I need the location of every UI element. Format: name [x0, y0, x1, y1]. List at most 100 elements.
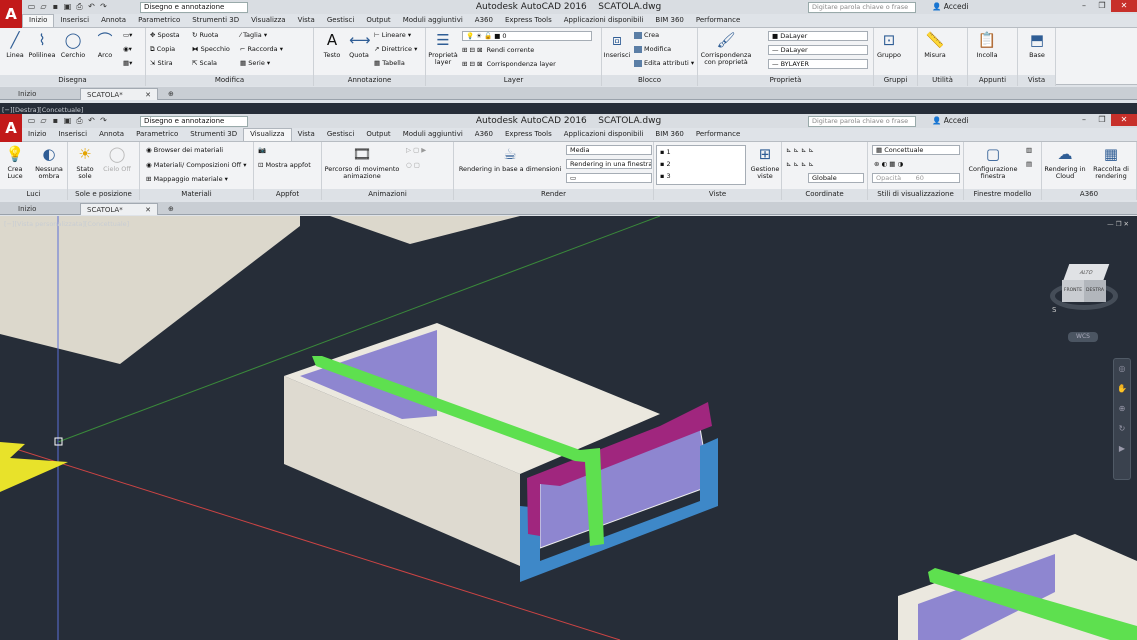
tab-gestisci[interactable]: Gestisci [321, 14, 361, 27]
pan-icon[interactable]: ✋ [1114, 379, 1130, 399]
panel-title-stili[interactable]: Stili di visualizzazione [868, 189, 963, 200]
tab-output[interactable]: Output [360, 128, 396, 141]
autocad-logo-icon-2[interactable]: A [0, 114, 22, 142]
tab-annota[interactable]: Annota [95, 14, 132, 27]
match-layer-button[interactable]: ⊞ ⊟ ⊠ Corrispondenza layer [462, 60, 556, 68]
tab-gestisci[interactable]: Gestisci [321, 128, 361, 141]
rotate-button[interactable]: ↻ Ruota [192, 31, 218, 39]
fillet-button[interactable]: ⌐ Raccorda ▾ [240, 45, 283, 53]
render-mode-dropdown[interactable]: Rendering in una finestra [566, 159, 652, 169]
view-item[interactable]: ▪ 1 [660, 146, 745, 158]
tab-inizio[interactable]: Inizio [22, 14, 55, 27]
viewcube[interactable]: ALTO FRONTE DESTRA S [1046, 258, 1122, 318]
tab-express[interactable]: Express Tools [499, 14, 558, 27]
make-current-button[interactable]: ⊞ ⊟ ⊠ Rendi corrente [462, 46, 534, 54]
undo-icon[interactable]: ↶ [87, 2, 96, 11]
model-canvas[interactable] [0, 216, 1137, 640]
close-tab-icon[interactable]: ✕ [145, 204, 151, 216]
show-camera-button[interactable]: ⊡ Mostra appfot [258, 161, 311, 169]
create-light-button[interactable]: 💡 Crea Luce [2, 144, 28, 180]
paste-button[interactable]: 📋 Incolla [972, 30, 1002, 59]
material-browser-button[interactable]: ◉ Browser dei materiali [146, 146, 223, 154]
tab-output[interactable]: Output [360, 14, 396, 27]
panel-title-appfot[interactable]: Appfot [254, 189, 321, 200]
tab-bim360[interactable]: BIM 360 [649, 14, 690, 27]
panel-title-viste[interactable]: Viste [654, 189, 781, 200]
material-map-button[interactable]: ⊞ Mappaggio materiale ▾ [146, 175, 228, 183]
drawing-viewport[interactable]: [−][Vista personalizzata][Concettuale] —… [0, 216, 1137, 640]
table-button[interactable]: ▦ Tabella [374, 59, 405, 67]
base-button[interactable]: ⬒ Base [1022, 30, 1052, 59]
circle-button[interactable]: ◯ Cerchio [58, 30, 88, 59]
tab-vista[interactable]: Vista [292, 128, 321, 141]
restore-icon[interactable]: ❐ [1093, 0, 1111, 12]
orbit-icon[interactable]: ↻ [1114, 419, 1130, 439]
array-button[interactable]: ▦ Serie ▾ [240, 59, 270, 67]
edit-attr-button[interactable]: Edita attributi ▾ [634, 59, 694, 67]
camera-icon[interactable]: 📷 [258, 146, 266, 154]
panel-title-gruppi[interactable]: Gruppi [874, 75, 917, 86]
color-dropdown[interactable]: ■ DaLayer [768, 31, 868, 41]
layer-props-button[interactable]: ☰ Proprietà layer [428, 30, 458, 66]
play-icon[interactable]: ▷ ▢ ▶ [406, 146, 426, 154]
panel-title-finestre[interactable]: Finestre modello [964, 189, 1041, 200]
minimize-icon[interactable]: – [1075, 0, 1093, 12]
tab-annota[interactable]: Annota [93, 128, 130, 141]
signin-button[interactable]: 👤 Accedi [932, 2, 968, 11]
panel-title-materiali[interactable]: Materiali [140, 189, 253, 200]
stretch-button[interactable]: ⇲ Stira [150, 59, 173, 67]
ucs-tools-icon[interactable]: ⊾ ⊾ ⊾ ⊾ [786, 146, 814, 154]
minimize-icon[interactable]: – [1075, 114, 1093, 126]
panel-title-layer[interactable]: Layer [426, 75, 601, 86]
rect-icon[interactable]: ▭▾ [123, 31, 132, 39]
file-tab-scatola[interactable]: SCATOLA* ✕ [80, 203, 158, 215]
match-props-button[interactable]: 🖌 Corrispondenza con proprietà [700, 30, 752, 66]
panel-title-utilita[interactable]: Utilità [918, 75, 967, 86]
vport-split-icon[interactable]: ▥ [1026, 146, 1032, 154]
steering-wheel-icon[interactable]: ◎ [1114, 359, 1130, 379]
viewport-label-top[interactable]: [−][Destra][Concettuale] [2, 106, 83, 114]
panel-title-appunti[interactable]: Appunti [968, 75, 1017, 86]
file-tab-start[interactable]: Inizio [12, 203, 42, 215]
trim-button[interactable]: ⁄ Taglia ▾ [240, 31, 267, 39]
file-tab-start[interactable]: Inizio [12, 88, 42, 100]
panel-title-proprieta[interactable]: Proprietà [698, 75, 873, 86]
tab-a360[interactable]: A360 [469, 14, 499, 27]
polyline-button[interactable]: ⌇ Polilinea [27, 30, 57, 59]
viewcube-front[interactable]: FRONTE [1062, 280, 1084, 302]
panel-title-sole[interactable]: Sole e posizione [68, 189, 139, 200]
tab-a360[interactable]: A360 [469, 128, 499, 141]
arc-button[interactable]: ⌒ Arco [90, 30, 120, 59]
workspace-select[interactable]: Disegno e annotazione [140, 2, 248, 13]
panel-title-animazioni[interactable]: Animazioni [322, 189, 453, 200]
views-list[interactable]: ▪ 1 ▪ 2 ▪ 3 [656, 145, 746, 185]
zoom-icon[interactable]: ⊕ [1114, 399, 1130, 419]
tab-strumenti-3d[interactable]: Strumenti 3D [184, 128, 243, 141]
close-icon[interactable]: ✕ [1111, 0, 1137, 12]
redo-icon[interactable]: ↷ [99, 2, 108, 11]
viewport-controls[interactable]: — ❐ ✕ [1107, 220, 1129, 228]
search-input[interactable]: Digitare parola chiave o frase [808, 2, 916, 13]
tab-applicazioni[interactable]: Applicazioni disponibili [558, 14, 650, 27]
saveas-icon[interactable]: ▣ [63, 116, 72, 125]
open-icon[interactable]: ▱ [39, 116, 48, 125]
line-button[interactable]: ╱ Linea [0, 30, 30, 59]
ucs-axis-icon[interactable]: ⊾ ⊾ ⊾ ⊾ [786, 160, 814, 168]
panel-title-luci[interactable]: Luci [0, 189, 67, 200]
new-icon[interactable]: ▭ [27, 2, 36, 11]
close-icon[interactable]: ✕ [1111, 114, 1137, 126]
render-region-field[interactable]: ▭ [566, 173, 652, 183]
cloud-render-button[interactable]: ☁ Rendering in Cloud [1042, 144, 1088, 180]
gradient-icon[interactable]: ▦▾ [123, 59, 132, 67]
tab-inserisci[interactable]: Inserisci [52, 128, 93, 141]
move-button[interactable]: ✥ Sposta [150, 31, 180, 39]
tab-moduli[interactable]: Moduli aggiuntivi [397, 128, 469, 141]
mirror-button[interactable]: ⧓ Specchio [192, 45, 230, 53]
lineweight-dropdown[interactable]: — BYLAYER [768, 59, 868, 69]
panel-title-render[interactable]: Render [454, 189, 653, 200]
tab-bim360[interactable]: BIM 360 [649, 128, 690, 141]
undo-icon[interactable]: ↶ [87, 116, 96, 125]
render-quality-dropdown[interactable]: Media [566, 145, 652, 155]
print-icon[interactable]: ⎙ [75, 116, 84, 125]
new-tab-icon[interactable]: ⊕ [162, 203, 180, 215]
